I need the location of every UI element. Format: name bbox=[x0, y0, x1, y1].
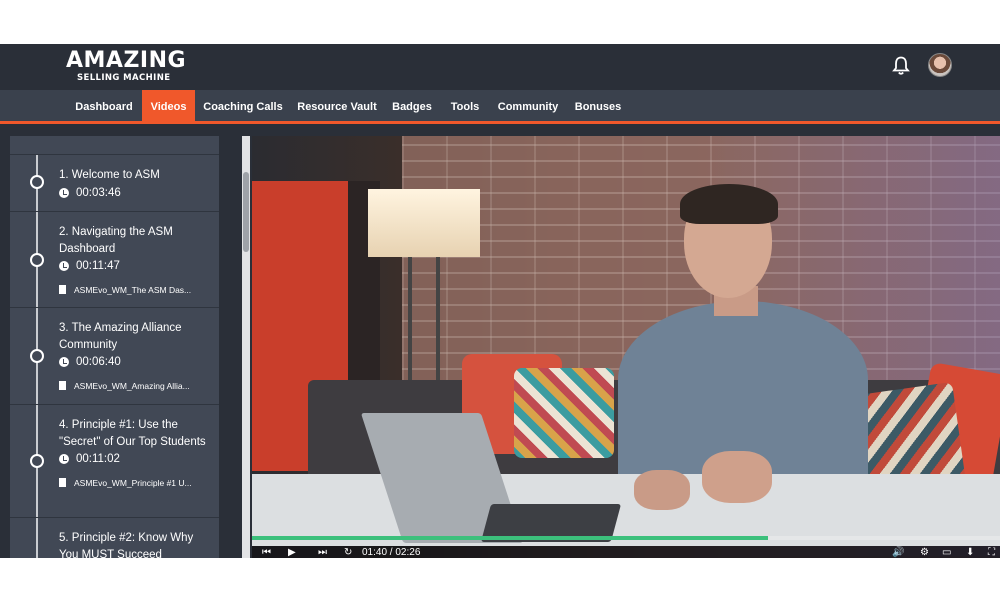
play-icon[interactable]: ▶ bbox=[288, 547, 296, 558]
nav-dashboard[interactable]: Dashboard bbox=[66, 90, 142, 124]
replay-icon[interactable]: ↻ bbox=[344, 547, 352, 558]
video-frame-pillow bbox=[514, 368, 614, 458]
scrollbar-thumb[interactable] bbox=[243, 172, 249, 252]
nav-videos[interactable]: Videos bbox=[142, 90, 195, 124]
file-icon bbox=[59, 285, 66, 294]
nav-badges[interactable]: Badges bbox=[386, 90, 438, 124]
captions-icon[interactable]: ▭ bbox=[942, 547, 951, 558]
previous-icon[interactable]: ⏮ bbox=[262, 547, 271, 558]
bell-icon[interactable] bbox=[892, 56, 910, 76]
fullscreen-icon[interactable]: ⛶ bbox=[988, 547, 995, 558]
volume-icon[interactable]: 🔊 bbox=[892, 547, 904, 558]
lesson-duration-text: 00:03:46 bbox=[76, 186, 121, 199]
lesson-duration: 00:11:02 bbox=[59, 451, 211, 467]
lesson-node-icon bbox=[30, 175, 44, 189]
nav-coaching-calls[interactable]: Coaching Calls bbox=[198, 90, 288, 124]
nav-bonuses[interactable]: Bonuses bbox=[570, 90, 626, 124]
lesson-duration: 00:06:40 bbox=[59, 354, 211, 370]
lesson-attachment[interactable]: ASMEvo_WM_Principle #1 U... bbox=[59, 477, 211, 489]
lesson-duration-text: 00:11:02 bbox=[76, 453, 120, 465]
sidebar-header bbox=[10, 136, 219, 155]
video-frame-hand bbox=[634, 470, 690, 510]
video-player[interactable]: ⏮ ▶ ⏭ ↻ 01:40 / 02:26 🔊 ⚙ ▭ ⬇ ⛶ bbox=[252, 136, 1000, 558]
lesson-attachment[interactable]: ASMEvo_WM_The ASM Das... bbox=[59, 284, 211, 296]
attachment-name: ASMEvo_WM_The ASM Das... bbox=[74, 285, 192, 295]
clock-icon bbox=[59, 187, 69, 198]
settings-icon[interactable]: ⚙ bbox=[920, 547, 929, 558]
clock-icon bbox=[59, 357, 69, 367]
lesson-item[interactable]: 1. Welcome to ASM 00:03:46 bbox=[10, 155, 219, 212]
lesson-title: 2. Navigating the ASM Dashboard bbox=[59, 226, 173, 255]
lesson-node-icon bbox=[30, 349, 44, 363]
lesson-duration-text: 00:11:47 bbox=[76, 260, 120, 272]
nav-tools[interactable]: Tools bbox=[446, 90, 484, 124]
sidebar-scrollbar[interactable] bbox=[242, 136, 250, 558]
file-icon bbox=[59, 381, 66, 390]
video-frame-lamp bbox=[368, 189, 480, 257]
lesson-item[interactable]: 3. The Amazing Alliance Community 00:06:… bbox=[10, 308, 219, 405]
lesson-title: 4. Principle #1: Use the "Secret" of Our… bbox=[59, 419, 206, 448]
time-display: 01:40 / 02:26 bbox=[362, 547, 421, 558]
lesson-title: 1. Welcome to ASM bbox=[59, 169, 160, 181]
lesson-sidebar: 1. Welcome to ASM 00:03:46 2. Navigating… bbox=[10, 136, 219, 558]
lesson-node-icon bbox=[30, 253, 44, 267]
attachment-name: ASMEvo_WM_Principle #1 U... bbox=[74, 478, 192, 488]
lesson-item[interactable]: 5. Principle #2: Know Why You MUST Succe… bbox=[10, 518, 219, 558]
lesson-node-icon bbox=[30, 454, 44, 468]
logo-sub-text: SELLING MACHINE bbox=[77, 73, 171, 83]
lesson-title: 5. Principle #2: Know Why You MUST Succe… bbox=[59, 532, 194, 558]
lesson-duration: 00:03:46 bbox=[59, 185, 211, 201]
next-icon[interactable]: ⏭ bbox=[318, 547, 327, 558]
logo-main-text: AMAZING bbox=[66, 48, 187, 73]
lesson-item[interactable]: 2. Navigating the ASM Dashboard 00:11:47… bbox=[10, 212, 219, 308]
video-frame-hand bbox=[702, 451, 772, 503]
main-nav: Dashboard Videos Coaching Calls Resource… bbox=[0, 90, 1000, 124]
download-icon[interactable]: ⬇ bbox=[966, 547, 974, 558]
clock-icon bbox=[59, 454, 69, 464]
nav-resource-vault[interactable]: Resource Vault bbox=[292, 90, 382, 124]
logo[interactable]: AMAZING SELLING MACHINE bbox=[66, 48, 187, 84]
video-frame-lamp-stand bbox=[408, 257, 440, 387]
app-frame: AMAZING SELLING MACHINE Dashboard Videos… bbox=[0, 44, 1000, 558]
file-icon bbox=[59, 478, 66, 487]
lesson-item[interactable]: 4. Principle #1: Use the "Secret" of Our… bbox=[10, 405, 219, 518]
video-progress-bar[interactable] bbox=[252, 536, 1000, 540]
lesson-duration-text: 00:06:40 bbox=[76, 356, 121, 368]
lesson-attachment[interactable]: ASMEvo_WM_Amazing Allia... bbox=[59, 380, 211, 392]
attachment-name: ASMEvo_WM_Amazing Allia... bbox=[74, 381, 190, 391]
top-header: AMAZING SELLING MACHINE bbox=[0, 44, 1000, 90]
lesson-duration: 00:11:47 bbox=[59, 258, 211, 274]
clock-icon bbox=[59, 261, 69, 271]
video-frame-presenter-hair bbox=[680, 184, 778, 224]
lesson-title: 3. The Amazing Alliance Community bbox=[59, 322, 182, 351]
nav-community[interactable]: Community bbox=[492, 90, 564, 124]
avatar[interactable] bbox=[928, 53, 952, 77]
video-progress-fill bbox=[252, 536, 769, 540]
